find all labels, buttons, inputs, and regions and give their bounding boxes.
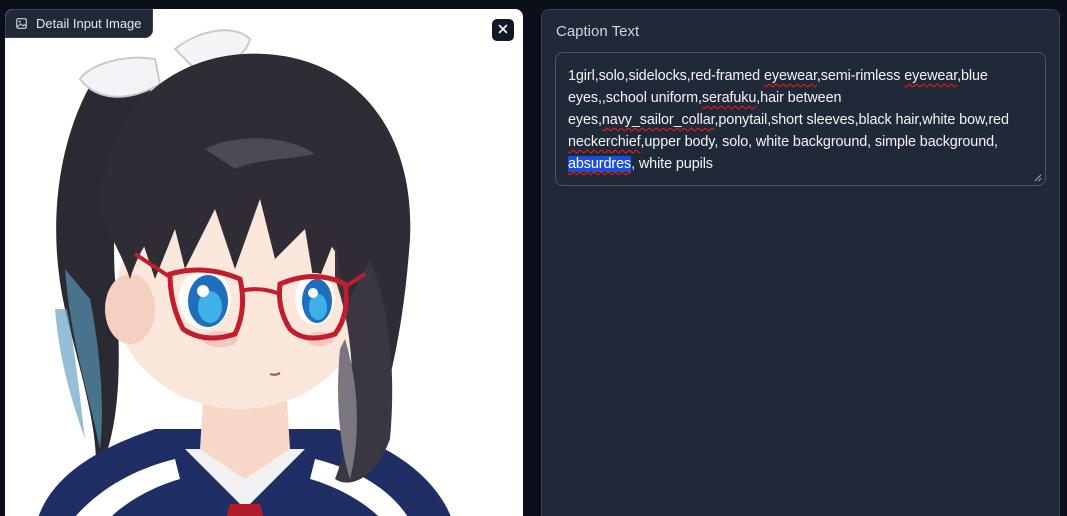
close-icon bbox=[498, 21, 508, 39]
image-label-text: Detail Input Image bbox=[36, 16, 142, 31]
caption-text: ,semi-rimless bbox=[816, 68, 905, 84]
input-image-panel[interactable]: Detail Input Image bbox=[5, 9, 523, 516]
caption-text: eyewear bbox=[904, 68, 958, 84]
caption-text: serafuku bbox=[701, 90, 757, 106]
resize-handle-icon[interactable] bbox=[1033, 173, 1042, 182]
image-icon bbox=[16, 18, 27, 29]
image-label-badge: Detail Input Image bbox=[5, 9, 153, 38]
caption-text: neckerchief bbox=[568, 134, 641, 150]
app-root: Detail Input Image Caption Text 1girl,so… bbox=[0, 0, 1067, 516]
selected-text: absurdres bbox=[568, 156, 632, 172]
close-image-button[interactable] bbox=[492, 19, 514, 41]
anime-girl-illustration bbox=[5, 9, 523, 516]
caption-text: ,ponytail,short sleeves,black hair,white… bbox=[714, 112, 1009, 128]
caption-text: , white pupils bbox=[631, 156, 713, 172]
caption-title: Caption Text bbox=[556, 23, 640, 40]
caption-text: 1girl,solo,sidelocks,red-framed bbox=[568, 68, 764, 84]
caption-text: ,upper body, solo, white background, sim… bbox=[640, 134, 999, 150]
caption-text: eyewear bbox=[763, 68, 817, 84]
caption-text: navy_sailor_collar bbox=[601, 112, 715, 128]
caption-textarea[interactable]: 1girl,solo,sidelocks,red-framed eyewear,… bbox=[555, 52, 1046, 186]
caption-panel: Caption Text 1girl,solo,sidelocks,red-fr… bbox=[541, 9, 1060, 516]
